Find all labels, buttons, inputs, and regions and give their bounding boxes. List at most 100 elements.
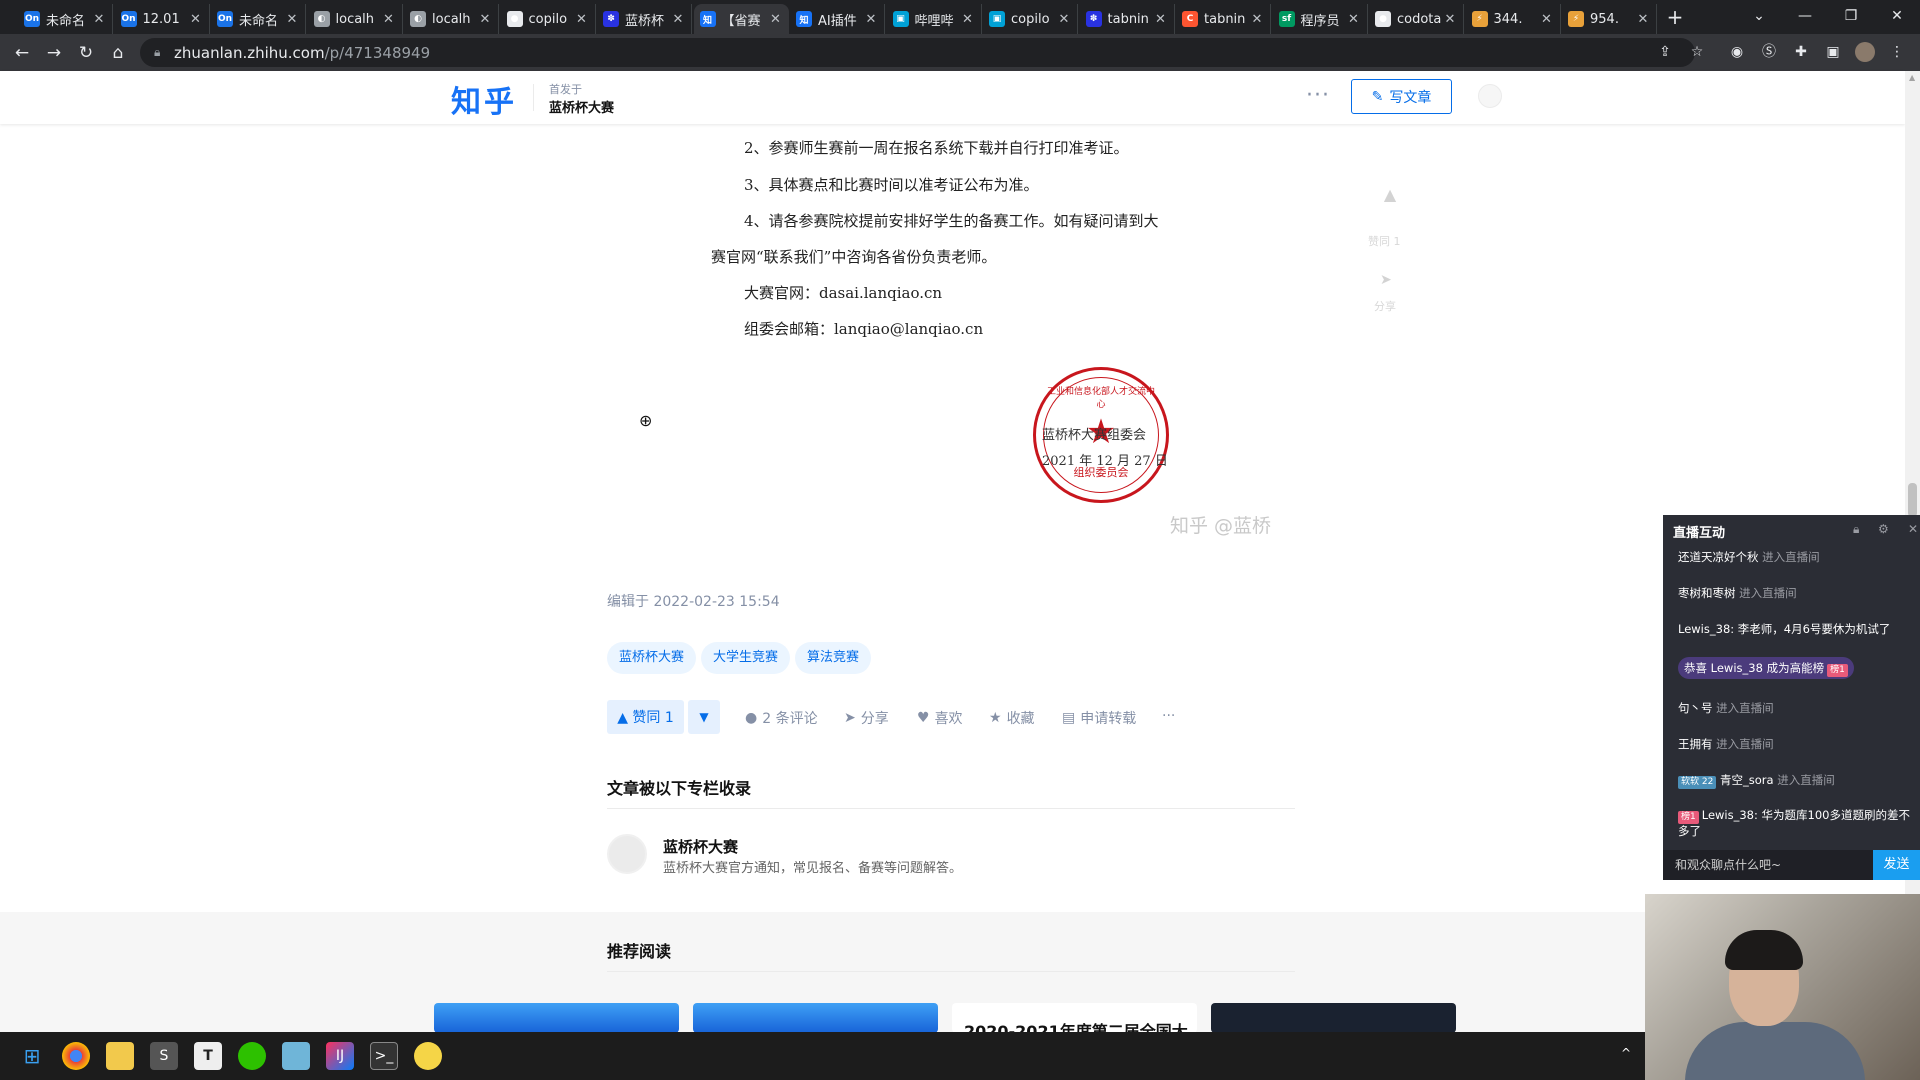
close-tab-icon[interactable]: ✕ bbox=[575, 12, 589, 27]
browser-tab[interactable]: 知 AI插件 ✕ bbox=[790, 4, 885, 34]
chat-input[interactable]: 和观众聊点什么吧~ bbox=[1663, 850, 1873, 880]
browser-tab[interactable]: ◐ localh ✕ bbox=[308, 4, 403, 34]
rank-badge: 榜1 bbox=[1827, 664, 1848, 677]
url-text[interactable]: zhuanlan.zhihu.com/p/471348949 bbox=[174, 44, 430, 62]
close-tab-icon[interactable]: ✕ bbox=[769, 12, 783, 27]
tab-search-icon[interactable]: ⌄ bbox=[1736, 3, 1782, 29]
close-tab-icon[interactable]: ✕ bbox=[478, 12, 492, 27]
browser-menu-icon[interactable]: ⋮ bbox=[1887, 42, 1907, 62]
close-tab-icon[interactable]: ✕ bbox=[189, 12, 203, 27]
close-tab-icon[interactable]: ✕ bbox=[1154, 12, 1168, 27]
side-share-icon[interactable]: ➤ bbox=[1380, 272, 1392, 288]
close-tab-icon[interactable]: ✕ bbox=[1057, 12, 1071, 27]
close-tab-icon[interactable]: ✕ bbox=[92, 12, 106, 27]
column-name[interactable]: 蓝桥杯大赛 bbox=[663, 836, 738, 857]
windows-start-icon[interactable]: ⊞ bbox=[18, 1042, 46, 1070]
article-line: 4、请各参赛院校提前安排好学生的备赛工作。如有疑问请到大 bbox=[744, 212, 1159, 230]
typora-icon[interactable]: T bbox=[194, 1042, 222, 1070]
topic-tag[interactable]: 大学生竞赛 bbox=[701, 642, 791, 674]
profile-avatar-icon[interactable] bbox=[1855, 42, 1875, 62]
close-icon[interactable]: ✕ bbox=[1908, 522, 1918, 536]
close-tab-icon[interactable]: ✕ bbox=[1250, 12, 1264, 27]
restore-button[interactable]: ❐ bbox=[1828, 3, 1874, 29]
like-button[interactable]: ♥ 喜欢 bbox=[917, 708, 963, 728]
back-icon[interactable]: ← bbox=[8, 39, 36, 67]
snipping-tool-icon[interactable] bbox=[282, 1042, 310, 1070]
browser-tab[interactable]: ⚡ 344. ✕ bbox=[1466, 4, 1561, 34]
chrome-icon[interactable] bbox=[62, 1042, 90, 1070]
browser-tab[interactable]: ✽ 蓝桥杯 ✕ bbox=[597, 4, 692, 34]
more-actions-icon[interactable]: ··· bbox=[1162, 708, 1175, 724]
column-avatar[interactable] bbox=[607, 834, 647, 874]
browser-tab[interactable]: 知【省赛 ✕ bbox=[693, 4, 789, 34]
browser-tab[interactable]: sf 程序员 ✕ bbox=[1273, 4, 1368, 34]
scroll-up-arrow-icon[interactable]: ▲ bbox=[1909, 73, 1915, 82]
send-button[interactable]: 发送 bbox=[1873, 850, 1920, 880]
browser-tab[interactable]: ● codota ✕ bbox=[1369, 4, 1464, 34]
topic-tag[interactable]: 算法竞赛 bbox=[795, 642, 872, 674]
browser-tab[interactable]: On 12.01 ✕ bbox=[115, 4, 210, 34]
side-upvote-icon[interactable]: ▲ bbox=[1380, 185, 1400, 204]
browser-tab[interactable]: On 未命名 ✕ bbox=[18, 4, 113, 34]
settings-gear-icon[interactable]: ⚙ bbox=[1878, 522, 1889, 536]
comments-button[interactable]: ● 2 条评论 bbox=[745, 708, 818, 728]
intellij-icon[interactable]: IJ bbox=[326, 1042, 354, 1070]
close-tab-icon[interactable]: ✕ bbox=[1443, 12, 1457, 27]
topic-tag[interactable]: 蓝桥杯大赛 bbox=[607, 642, 697, 674]
more-options-icon[interactable]: ··· bbox=[1306, 83, 1330, 108]
browser-tab[interactable]: Ctabnin ✕ bbox=[1176, 4, 1271, 34]
wechat-icon[interactable] bbox=[238, 1042, 266, 1070]
obs-chick-icon[interactable] bbox=[414, 1042, 442, 1070]
zoom-in-icon[interactable]: ⊕ bbox=[639, 411, 652, 430]
minimize-button[interactable]: — bbox=[1782, 3, 1828, 29]
extension-record-icon[interactable]: ◉ bbox=[1727, 42, 1747, 62]
downvote-button[interactable]: ▼ bbox=[688, 700, 720, 734]
close-tab-icon[interactable]: ✕ bbox=[382, 12, 396, 27]
home-icon[interactable]: ⌂ bbox=[104, 39, 132, 67]
browser-tab[interactable]: ▣ 哔哩哔 ✕ bbox=[887, 4, 982, 34]
recommend-card[interactable] bbox=[1211, 1003, 1456, 1033]
sublime-icon[interactable]: S bbox=[150, 1042, 178, 1070]
close-tab-icon[interactable]: ✕ bbox=[285, 12, 299, 27]
browser-tab[interactable]: ◐ localh ✕ bbox=[404, 4, 499, 34]
column-link[interactable]: 蓝桥杯大赛 bbox=[549, 97, 614, 116]
browser-tab[interactable]: ✽ tabnin ✕ bbox=[1080, 4, 1175, 34]
recommend-card[interactable] bbox=[693, 1003, 938, 1033]
zhihu-logo[interactable]: 知乎 bbox=[451, 77, 517, 121]
new-tab-button[interactable]: + bbox=[1663, 6, 1687, 30]
close-tab-icon[interactable]: ✕ bbox=[1540, 12, 1554, 27]
close-tab-icon[interactable]: ✕ bbox=[1636, 12, 1650, 27]
write-article-button[interactable]: ✎ 写文章 bbox=[1351, 79, 1452, 114]
browser-tab[interactable]: ⚡ 954. ✕ bbox=[1562, 4, 1657, 34]
close-tab-icon[interactable]: ✕ bbox=[961, 12, 975, 27]
address-bar[interactable]: 🔒︎ zhuanlan.zhihu.com/p/471348949 bbox=[140, 38, 1695, 67]
upvote-button[interactable]: ▲ 赞同 1 bbox=[607, 700, 684, 734]
user-avatar[interactable] bbox=[1478, 84, 1502, 108]
extensions-puzzle-icon[interactable]: ✚ bbox=[1791, 42, 1811, 62]
share-button[interactable]: ➤ 分享 bbox=[844, 708, 889, 728]
browser-tab[interactable]: ▣ copilo ✕ bbox=[983, 4, 1078, 34]
extension-s-icon[interactable]: Ⓢ bbox=[1759, 42, 1779, 62]
close-tab-icon[interactable]: ✕ bbox=[1347, 12, 1361, 27]
browser-tab[interactable]: On 未命名 ✕ bbox=[211, 4, 306, 34]
close-window-button[interactable]: ✕ bbox=[1874, 3, 1920, 29]
sidebar-icon[interactable]: ▣ bbox=[1823, 42, 1843, 62]
reload-icon[interactable]: ↻ bbox=[72, 39, 100, 67]
collect-button[interactable]: ★ 收藏 bbox=[989, 708, 1035, 728]
reprint-button[interactable]: ▤ 申请转载 bbox=[1062, 708, 1136, 728]
reprint-icon: ▤ bbox=[1062, 710, 1076, 726]
webcam-person-body bbox=[1685, 1022, 1865, 1080]
bookmark-star-icon[interactable]: ☆ bbox=[1687, 42, 1707, 62]
article-line: 2、参赛师生赛前一周在报名系统下载并自行打印准考证。 bbox=[744, 139, 1129, 157]
close-tab-icon[interactable]: ✕ bbox=[864, 12, 878, 27]
browser-tab[interactable]: ● copilo ✕ bbox=[501, 4, 596, 34]
share-page-icon[interactable]: ⇪ bbox=[1655, 42, 1675, 62]
scrollbar-thumb[interactable] bbox=[1908, 483, 1917, 517]
lock-icon[interactable]: 🔒︎ bbox=[1853, 522, 1859, 537]
recommend-card[interactable] bbox=[434, 1003, 679, 1033]
forward-icon[interactable]: → bbox=[40, 39, 68, 67]
file-explorer-icon[interactable] bbox=[106, 1042, 134, 1070]
terminal-icon[interactable]: >_ bbox=[370, 1042, 398, 1070]
tray-chevron-icon[interactable]: ^ bbox=[1621, 1046, 1631, 1060]
close-tab-icon[interactable]: ✕ bbox=[671, 12, 685, 27]
